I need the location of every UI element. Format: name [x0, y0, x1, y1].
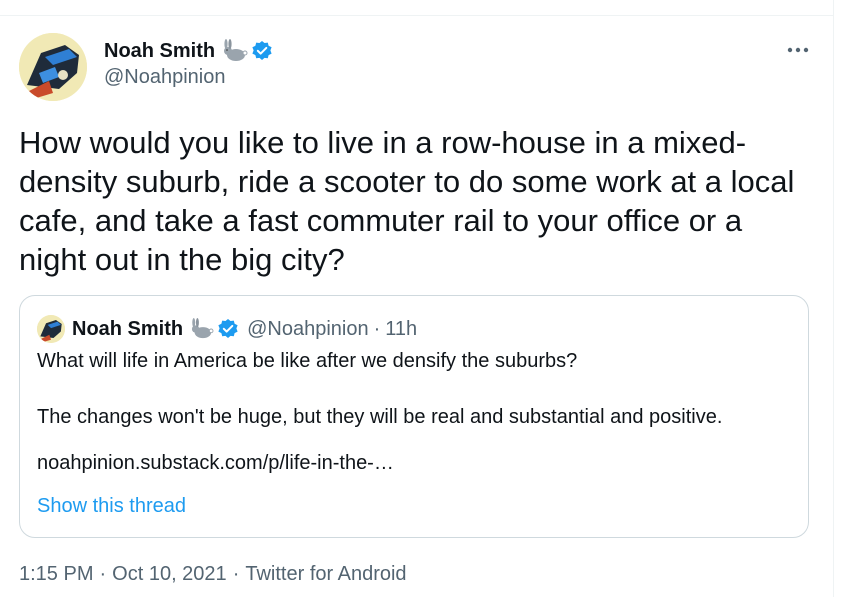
quoted-tweet-header: Noah Smith @Noahpinion · 11h	[72, 315, 417, 343]
author-name[interactable]: Noah Smith	[104, 40, 215, 63]
tweet-source[interactable]: Twitter for Android	[245, 563, 406, 585]
more-options-icon	[787, 47, 809, 53]
quoted-tweet-card[interactable]: Noah Smith @Noahpinion · 11h What will l…	[19, 295, 809, 538]
right-divider	[833, 0, 834, 597]
quoted-author-avatar[interactable]	[37, 315, 65, 343]
quoted-tweet-link[interactable]: noahpinion.substack.com/p/life-in-the-…	[37, 452, 394, 475]
quoted-tweet-line-2: The changes won't be huge, but they will…	[37, 406, 723, 428]
verified-badge-icon	[217, 318, 239, 340]
quoted-author-name[interactable]: Noah Smith	[72, 318, 183, 341]
quoted-tweet-age[interactable]: 11h	[385, 318, 417, 341]
top-divider	[0, 15, 834, 16]
rabbit-icon	[189, 318, 215, 340]
tweet-time[interactable]: 1:15 PM	[19, 563, 93, 585]
quoted-author-handle[interactable]: @Noahpinion	[247, 318, 369, 341]
author-handle[interactable]: @Noahpinion	[104, 66, 226, 89]
author-avatar[interactable]	[19, 33, 87, 101]
verified-badge-icon	[251, 40, 273, 62]
tweet-meta: 1:15 PM · Oct 10, 2021 · Twitter for Android	[19, 563, 407, 586]
author-name-row: Noah Smith	[104, 38, 273, 64]
dot-separator: ·	[373, 317, 381, 340]
tweet-text: How would you like to live in a row-hous…	[19, 125, 795, 277]
dot-separator: ·	[232, 563, 240, 585]
dot-separator: ·	[99, 563, 107, 585]
show-thread-link[interactable]: Show this thread	[37, 495, 186, 518]
quoted-tweet-line-1: What will life in America be like after …	[37, 350, 578, 372]
tweet-date[interactable]: Oct 10, 2021	[112, 563, 227, 585]
more-options-button[interactable]	[783, 36, 813, 64]
rabbit-icon	[221, 39, 249, 63]
